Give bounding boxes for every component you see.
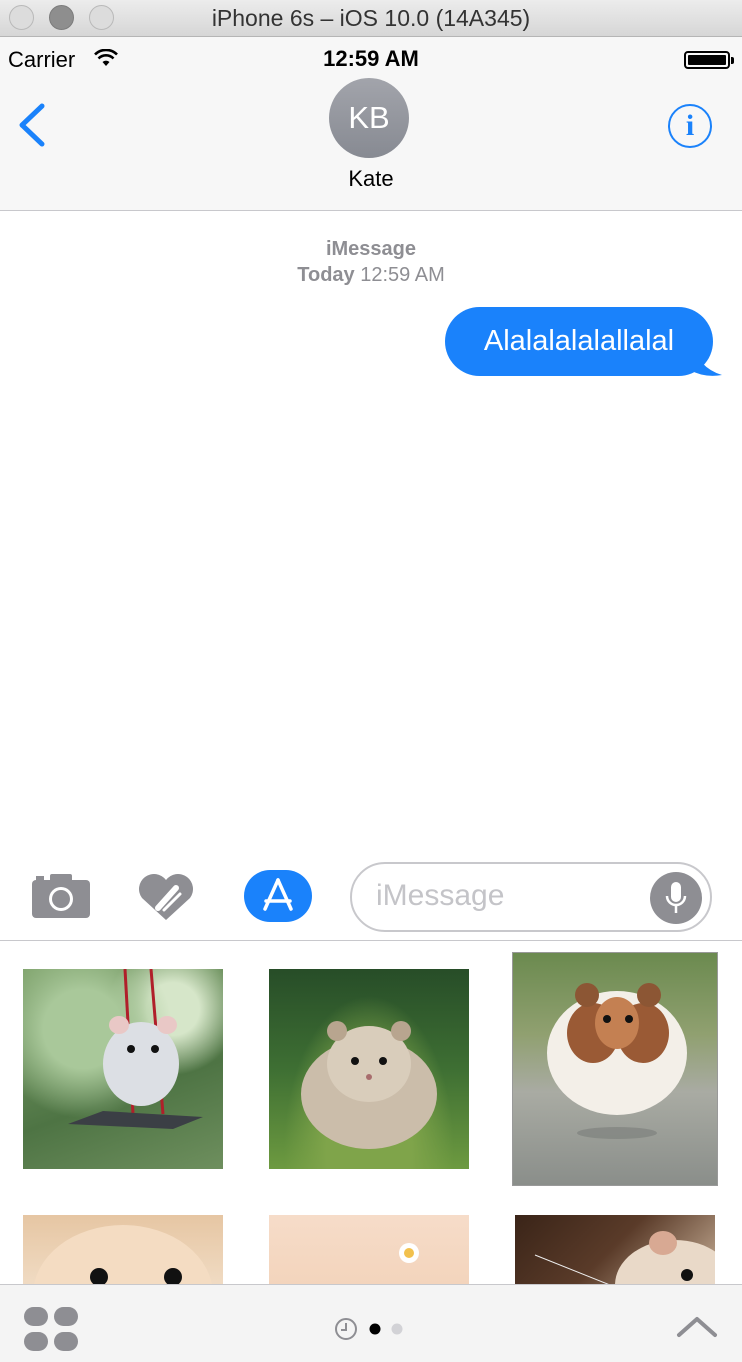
bubble-tail [690,340,722,376]
outgoing-message-bubble[interactable]: Alalalalalallalal [445,307,713,376]
info-icon[interactable]: i [668,104,712,148]
sticker-drawer [0,942,742,1284]
status-bar: Carrier 12:59 AM [0,37,742,80]
contact-avatar[interactable]: KB [329,78,409,158]
message-input[interactable]: iMessage [350,862,712,932]
page-dot-active[interactable] [369,1323,381,1335]
sticker-hamster-flower[interactable] [269,1215,469,1284]
microphone-icon [665,882,687,913]
simulator-titlebar: iPhone 6s – iOS 10.0 (14A345) [0,0,742,37]
message-timestamp: Today 12:59 AM [0,264,742,287]
expand-chevron-up-icon[interactable] [676,1315,718,1339]
digital-touch-icon[interactable] [136,870,196,922]
camera-icon[interactable] [32,872,90,918]
timestamp-time: 12:59 AM [360,264,445,286]
window-title: iPhone 6s – iOS 10.0 (14A345) [211,5,531,31]
status-time: 12:59 AM [323,46,419,71]
recents-clock-icon[interactable] [335,1318,357,1340]
sticker-hamster-swing[interactable] [23,969,223,1169]
page-dot[interactable] [391,1323,403,1335]
service-label: iMessage [325,238,417,260]
back-chevron-icon[interactable] [14,102,48,148]
battery-icon [684,51,734,69]
contact-name[interactable]: Kate [0,166,742,192]
sticker-hamster-whiskers[interactable] [515,1215,715,1284]
app-store-button[interactable] [244,870,312,922]
microphone-button[interactable] [650,872,702,924]
page-indicator[interactable] [335,1318,407,1342]
timestamp-day: Today [297,264,355,286]
compose-bar: iMessage [0,842,742,941]
app-drawer-toolbar [0,1284,742,1362]
conversation-header: KB Kate i [0,78,742,211]
app-drawer-grid-icon[interactable] [24,1307,78,1351]
app-store-icon [263,878,293,911]
sticker-hamster-grass[interactable] [269,969,469,1169]
sticker-hamster-running[interactable] [512,952,718,1186]
message-input-placeholder: iMessage [376,879,505,912]
sticker-hamster-closeup[interactable] [23,1215,223,1284]
